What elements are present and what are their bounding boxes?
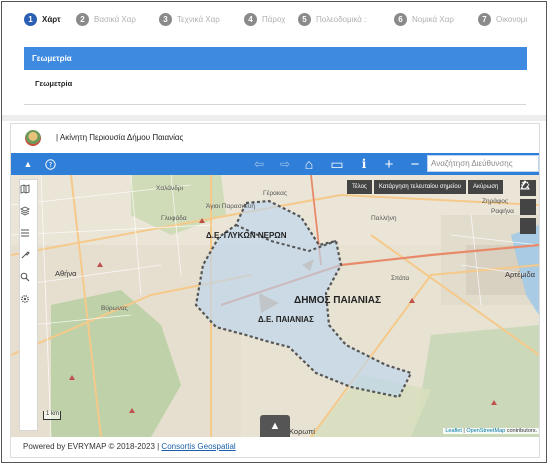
eraser-icon[interactable]	[520, 181, 536, 253]
step-number: 7	[478, 12, 491, 26]
step-number: 4	[244, 12, 257, 26]
address-search-input[interactable]: Αναζήτηση Διεύθυνσης	[427, 155, 539, 172]
map-panel: | Ακίνητη Περιουσία Δήμου Παιανίας ▲ ? ⇦…	[10, 123, 540, 458]
map-icon[interactable]	[20, 184, 37, 202]
divider	[24, 104, 526, 105]
forward-icon[interactable]: ⇨	[277, 156, 293, 172]
divider-band	[2, 115, 546, 121]
map-toolbar: ▲ ? ⇦ ⇨ ⌂ ▭ i + − Αναζήτηση Διεύθυνσης	[11, 153, 539, 175]
step-label: Πάροχ	[262, 14, 286, 24]
step-label: Οικονομι	[496, 14, 528, 24]
place-label: Βύρωνας	[101, 305, 128, 312]
extent-icon[interactable]: ▭	[329, 156, 345, 172]
step-number: 5	[298, 12, 311, 26]
place-label: Ζηράφος	[482, 198, 509, 205]
wizard-stepper: 1 Χάρτ 2 Βασικά Χαρ 3 Τεχνικά Χαρ 4 Πάρο…	[2, 8, 546, 30]
geometry-section-body: Γεωμετρία	[35, 79, 73, 88]
consortis-link[interactable]: Consortis Geospatial	[161, 442, 235, 451]
region-label-glyka-nera: Δ.Ε. ΓΛΥΚΩΝ ΝΕΡΩΝ	[206, 231, 287, 240]
leaflet-link[interactable]: Leaflet	[445, 428, 462, 434]
step-number: 1	[24, 12, 37, 26]
region-label-paiania: Δ.Ε. ΠΑΙΑΝΙΑΣ	[258, 315, 314, 324]
place-label: Γλυφάδα	[161, 215, 187, 222]
move-vertex-icon[interactable]	[520, 180, 536, 215]
step-label: Πολεοδομικά :	[316, 14, 367, 24]
settings-icon[interactable]	[20, 294, 37, 312]
page-frame: 1 Χάρτ 2 Βασικά Χαρ 3 Τεχνικά Χαρ 4 Πάρο…	[1, 1, 547, 463]
map-attribution: Leaflet | OpenStreetMap contributors.	[443, 428, 539, 434]
step-4[interactable]: 4 Πάροχ	[244, 11, 304, 27]
cancel-button[interactable]: Ακύρωση	[467, 180, 504, 194]
zoom-in-icon[interactable]: +	[381, 156, 397, 173]
help-icon[interactable]: ?	[43, 156, 57, 172]
step-6[interactable]: 6 Νομικά Χαρ	[394, 11, 464, 27]
draw-tool-column	[520, 180, 536, 256]
step-7[interactable]: 7 Οικονομι	[478, 11, 546, 27]
city-label-athens: Αθήνα	[55, 269, 77, 278]
delete-last-point-button[interactable]: Κατάργηση τελευταίου σημείου	[373, 180, 466, 194]
step-number: 3	[159, 12, 172, 26]
panel-title: | Ακίνητη Περιουσία Δήμου Παιανίας	[56, 133, 184, 142]
expand-up-icon[interactable]: ▲	[260, 415, 290, 437]
list-icon[interactable]	[20, 228, 37, 246]
municipality-logo	[25, 130, 41, 146]
city-label-koropi: Κορωπί	[289, 427, 315, 436]
step-3[interactable]: 3 Τεχνικά Χαρ	[159, 11, 229, 27]
back-icon[interactable]: ⇦	[251, 156, 267, 172]
map-view[interactable]: Δ.Ε. ΓΛΥΚΩΝ ΝΕΡΩΝ ΔΗΜΟΣ ΠΑΙΑΝΙΑΣ Δ.Ε. ΠΑ…	[11, 175, 539, 437]
geometry-section-header[interactable]: Γεωμετρία	[24, 47, 527, 70]
municipality-label: ΔΗΜΟΣ ΠΑΙΑΝΙΑΣ	[294, 295, 381, 306]
osm-link[interactable]: OpenStreetMap	[466, 428, 505, 434]
step-label: Χάρτ	[42, 14, 61, 24]
zoom-out-icon[interactable]: −	[407, 156, 423, 173]
draw-controls: Τέλος Κατάργηση τελευταίου σημείου Ακύρω…	[347, 180, 504, 194]
map-canvas	[11, 175, 539, 437]
map-side-toolbar	[19, 179, 38, 431]
footer-text: Powered by EVRYMAP © 2018-2023 |	[23, 442, 162, 451]
place-label: Χαλάνδρι	[156, 185, 184, 192]
step-number: 2	[76, 12, 89, 26]
attribution-suffix: contributors.	[505, 428, 537, 434]
tools-icon[interactable]	[20, 250, 37, 268]
home-icon[interactable]: ⌂	[301, 156, 317, 172]
cut-icon[interactable]	[520, 181, 536, 234]
svg-text:?: ?	[48, 161, 52, 169]
place-label: Γέρακας	[263, 190, 287, 197]
info-icon[interactable]: i	[357, 156, 371, 172]
place-label: Άγιοι Παρασκευή	[206, 203, 256, 210]
step-number: 6	[394, 12, 407, 26]
footer: Powered by EVRYMAP © 2018-2023 | Consort…	[23, 442, 236, 451]
panel-header: | Ακίνητη Περιουσία Δήμου Παιανίας	[11, 124, 539, 153]
place-label: Σπάτα	[391, 275, 410, 282]
place-label: Παλλήνη	[371, 215, 397, 222]
search-icon[interactable]	[20, 272, 37, 290]
step-1[interactable]: 1 Χάρτ	[24, 11, 84, 27]
step-label: Βασικά Χαρ	[94, 14, 136, 24]
step-5[interactable]: 5 Πολεοδομικά :	[298, 11, 378, 27]
collapse-up-icon[interactable]: ▲	[21, 156, 35, 172]
place-label: Ραφήνα	[491, 208, 514, 215]
scale-bar: 1 km	[43, 411, 61, 420]
step-label: Τεχνικά Χαρ	[177, 14, 220, 24]
step-2[interactable]: 2 Βασικά Χαρ	[76, 11, 146, 27]
finish-button[interactable]: Τέλος	[347, 180, 372, 194]
city-label-artemida: Αρτέμιδα	[505, 270, 535, 279]
step-label: Νομικά Χαρ	[412, 14, 454, 24]
layers-icon[interactable]	[20, 206, 37, 224]
